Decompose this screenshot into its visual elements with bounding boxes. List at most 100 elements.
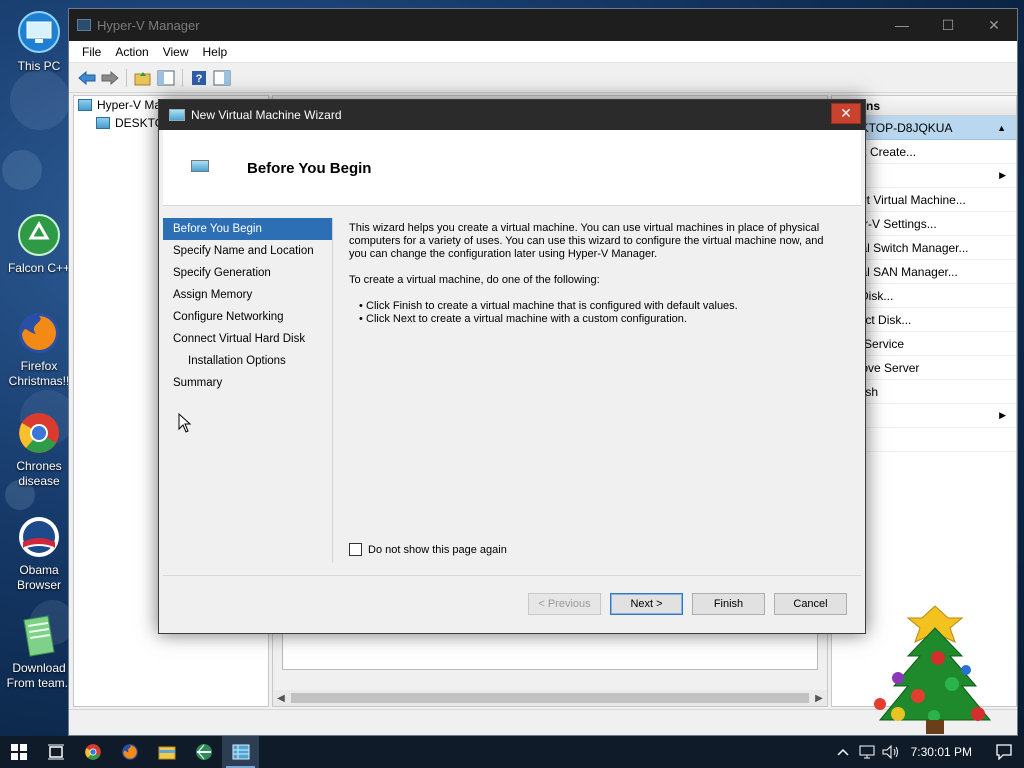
- server-icon: [96, 117, 110, 129]
- hyperv-manager-icon: [78, 99, 92, 111]
- wizard-step[interactable]: Before You Begin: [163, 218, 332, 240]
- wizard-app-icon: [169, 109, 185, 121]
- desktop-icon-label: Obama Browser: [16, 563, 61, 592]
- start-button[interactable]: [0, 736, 37, 768]
- desktop-icon-label: Chrones disease: [16, 459, 62, 488]
- console-tree-icon: [157, 70, 175, 85]
- chrome-icon: [16, 410, 62, 456]
- eclipse-icon: [195, 744, 212, 760]
- footer-divider: [163, 575, 861, 576]
- up-folder-button[interactable]: [133, 68, 153, 88]
- desktop-icon-obama-browser[interactable]: Obama Browser: [2, 514, 76, 593]
- system-tray: 7:30:01 PM: [831, 736, 1024, 768]
- network-icon: [859, 745, 875, 759]
- minimize-button[interactable]: —: [879, 9, 925, 41]
- menu-action[interactable]: Action: [108, 45, 155, 59]
- next-button[interactable]: Next >: [610, 593, 683, 615]
- close-button[interactable]: ✕: [971, 9, 1017, 41]
- wizard-titlebar[interactable]: New Virtual Machine Wizard: [159, 100, 865, 130]
- task-view-button[interactable]: [37, 736, 74, 768]
- taskbar-hyperv-manager[interactable]: [222, 736, 259, 768]
- wizard-step[interactable]: Installation Options: [163, 350, 332, 372]
- menu-file[interactable]: File: [75, 45, 108, 59]
- desktop-icon-label: Download From team..: [6, 661, 72, 690]
- wizard-step[interactable]: Summary: [163, 372, 332, 394]
- collapse-icon[interactable]: ▲: [997, 123, 1006, 133]
- scrollbar-thumb[interactable]: [291, 693, 809, 703]
- chrome-icon: [84, 744, 101, 760]
- back-button[interactable]: [77, 68, 97, 88]
- start-windows-icon: [10, 744, 27, 760]
- taskbar-eclipse[interactable]: [185, 736, 222, 768]
- do-not-show-checkbox[interactable]: [349, 543, 362, 556]
- firefox-icon: [16, 310, 62, 356]
- taskbar-file-explorer[interactable]: [148, 736, 185, 768]
- task-view-icon: [47, 744, 64, 760]
- wizard-step[interactable]: Specify Generation: [163, 262, 332, 284]
- show-hide-tree-button[interactable]: [156, 68, 176, 88]
- hyperv-app-icon: [77, 19, 91, 31]
- previous-button[interactable]: < Previous: [528, 593, 601, 615]
- taskbar-firefox[interactable]: [111, 736, 148, 768]
- horizontal-scrollbar[interactable]: ◀ ▶: [273, 690, 827, 706]
- chevron-up-icon: [837, 748, 849, 756]
- help-button[interactable]: ?: [189, 68, 209, 88]
- clock[interactable]: 7:30:01 PM: [903, 745, 984, 759]
- scroll-left-icon[interactable]: ◀: [273, 693, 289, 704]
- cancel-button[interactable]: Cancel: [774, 593, 847, 615]
- wizard-content: This wizard helps you create a virtual m…: [349, 222, 839, 326]
- wizard-step[interactable]: Assign Memory: [163, 284, 332, 306]
- new-vm-wizard-dialog: New Virtual Machine Wizard ✕ Before You …: [158, 99, 866, 634]
- desktop-icon-download[interactable]: Download From team..: [2, 612, 76, 691]
- falcon-recycle-icon: [16, 212, 62, 258]
- notepad-icon: [16, 612, 62, 658]
- folder-up-icon: [134, 71, 151, 85]
- menu-bar: File Action View Help: [69, 41, 1017, 63]
- show-hide-action-pane-button[interactable]: [212, 68, 232, 88]
- hyperv-manager-icon: [232, 744, 249, 760]
- wizard-bullet: • Click Next to create a virtual machine …: [359, 313, 687, 325]
- action-pane-icon: [213, 70, 231, 85]
- details-panel: [282, 631, 818, 670]
- action-center-button[interactable]: [984, 736, 1024, 768]
- christmas-tree-decoration: [874, 605, 992, 734]
- show-hidden-icons-button[interactable]: [831, 736, 855, 768]
- scroll-right-icon[interactable]: ▶: [811, 693, 827, 704]
- desktop-icon-firefox[interactable]: Firefox Christmas!!: [2, 310, 76, 389]
- desktop-icon-falcon[interactable]: Falcon C++: [2, 212, 76, 276]
- desktop-icon-label: This PC: [17, 59, 61, 73]
- desktop-icon-label: Falcon C++: [7, 261, 71, 275]
- forward-button[interactable]: [100, 68, 120, 88]
- wizard-bullet-text: Click Next to create a virtual machine w…: [366, 313, 687, 325]
- monitor-icon: [16, 10, 62, 56]
- taskbar-chrome[interactable]: [74, 736, 111, 768]
- wizard-header: Before You Begin: [163, 130, 861, 206]
- menu-help[interactable]: Help: [196, 45, 235, 59]
- wizard-page-title: Before You Begin: [247, 160, 372, 177]
- wizard-intro-text: This wizard helps you create a virtual m…: [349, 222, 824, 260]
- arrow-right-icon: [101, 70, 119, 85]
- window-title: Hyper-V Manager: [97, 17, 200, 33]
- do-not-show-label[interactable]: Do not show this page again: [368, 544, 507, 556]
- desktop-icon-label: Firefox Christmas!!: [8, 359, 70, 388]
- wizard-steps-nav: Before You Begin Specify Name and Locatio…: [163, 218, 333, 563]
- arrow-left-icon: [78, 70, 96, 85]
- wizard-step[interactable]: Specify Name and Location: [163, 240, 332, 262]
- finish-button[interactable]: Finish: [692, 593, 765, 615]
- help-icon: ?: [192, 70, 206, 85]
- do-not-show-checkbox-row[interactable]: Do not show this page again: [349, 543, 507, 556]
- desktop-icon-chrome[interactable]: Chrones disease: [2, 410, 76, 489]
- network-button[interactable]: [855, 736, 879, 768]
- menu-view[interactable]: View: [156, 45, 196, 59]
- desktop-icon-this-pc[interactable]: This PC: [2, 10, 76, 74]
- virtual-machine-icon: [191, 160, 209, 172]
- wizard-step[interactable]: Connect Virtual Hard Disk: [163, 328, 332, 350]
- window-titlebar[interactable]: Hyper-V Manager — ☐ ✕: [69, 9, 1017, 41]
- notification-icon: [996, 744, 1012, 760]
- volume-button[interactable]: [879, 736, 903, 768]
- taskbar: 7:30:01 PM: [0, 736, 1024, 768]
- wizard-close-button[interactable]: ✕: [831, 103, 861, 124]
- wizard-step[interactable]: Configure Networking: [163, 306, 332, 328]
- maximize-button[interactable]: ☐: [925, 9, 971, 41]
- speaker-icon: [882, 745, 898, 759]
